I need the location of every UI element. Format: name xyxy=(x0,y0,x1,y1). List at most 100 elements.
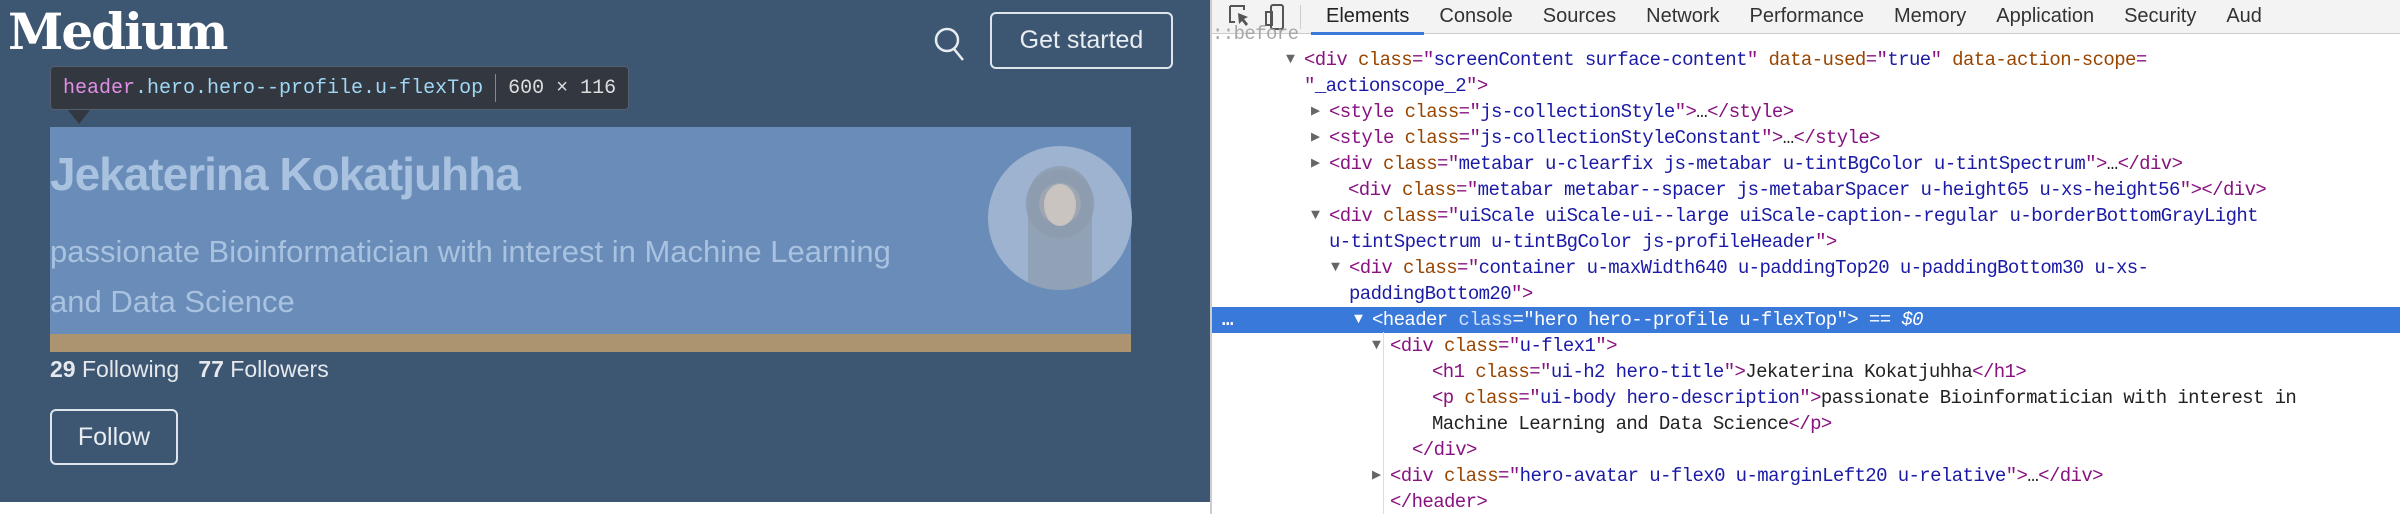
expand-triangle-closed-icon[interactable]: ▶ xyxy=(1311,125,1320,151)
search-icon[interactable] xyxy=(932,24,968,64)
code-token: class xyxy=(1402,179,1457,201)
code-token: <p xyxy=(1432,387,1465,409)
expand-triangle-closed-icon[interactable]: ▶ xyxy=(1372,463,1381,489)
code-token: class xyxy=(1403,257,1458,279)
code-token: class xyxy=(1458,309,1513,331)
dom-node[interactable]: ▼ <div class="screenContent surface-conte… xyxy=(1212,47,2400,73)
dom-node[interactable]: ▶ <style class="js-collectionStyle">…</st… xyxy=(1212,99,2400,125)
code-token: <div xyxy=(1390,465,1445,487)
tooltip-tag: header xyxy=(63,76,136,100)
selected-node-marker: == $0 xyxy=(1858,309,1924,331)
code-token: <div xyxy=(1390,335,1445,357)
code-token: container u-maxWidth640 u-paddingTop20 u… xyxy=(1478,257,2149,279)
code-token: <style xyxy=(1329,101,1405,123)
more-actions-icon[interactable]: … xyxy=(1222,307,1233,333)
follow-stats: 29 Following 77 Followers xyxy=(50,356,329,383)
dom-node[interactable]: </div> xyxy=(1212,437,2400,463)
code-token: =" xyxy=(1458,127,1481,149)
expand-triangle-closed-icon[interactable]: ▶ xyxy=(1311,99,1320,125)
avatar[interactable] xyxy=(988,146,1132,290)
code-token: u-tintSpectrum u-tintBgColor js-profileH… xyxy=(1329,231,1816,253)
dom-node[interactable]: ▼ <div class="u-flex1"> xyxy=(1212,333,2400,359)
medium-logo[interactable]: Medium xyxy=(8,2,228,61)
code-token: =" xyxy=(1456,179,1478,201)
code-token: <div xyxy=(1349,257,1404,279)
code-token: " xyxy=(1304,75,1315,97)
devtools-panel: Elements Console Sources Network Performance… xyxy=(1210,0,2400,514)
code-token: =" xyxy=(1498,335,1520,357)
code-token: ui-body hero-description xyxy=(1540,387,1800,409)
code-token: class xyxy=(1444,335,1499,357)
dom-node[interactable]: Machine Learning and Data Science</p> xyxy=(1212,411,2400,437)
code-token: =" xyxy=(1518,387,1541,409)
code-token: class xyxy=(1358,49,1413,71)
dom-node[interactable]: </header> xyxy=(1212,489,2400,514)
medium-profile-page: Medium Get started header .hero.hero--pro… xyxy=(0,0,1210,502)
get-started-button[interactable]: Get started xyxy=(990,12,1173,69)
dom-node[interactable]: u-tintSpectrum u-tintBgColor js-profileH… xyxy=(1212,229,2400,255)
dom-node[interactable]: ▼ <div class="container u-maxWidth640 u-p… xyxy=(1212,255,2400,281)
dom-node[interactable]: ▶ <div class="metabar u-clearfix js-metab… xyxy=(1212,151,2400,177)
expand-triangle-open-icon[interactable]: ▼ xyxy=(1354,307,1363,333)
code-token: metabar metabar--spacer js-metabarSpacer… xyxy=(1477,179,2181,201)
code-token: class xyxy=(1383,205,1438,227)
dom-node[interactable]: <div class="metabar metabar--spacer js-m… xyxy=(1212,177,2400,203)
code-token: =" xyxy=(1498,465,1520,487)
dom-node[interactable]: ::before xyxy=(1212,21,2400,47)
code-token: passionate Bioinformatician with interes… xyxy=(1820,387,2297,409)
code-token: class xyxy=(1444,465,1499,487)
profile-header-highlight: Jekaterina Kokatjuhha passionate Bioinfo… xyxy=(50,127,1132,334)
code-token: </div> xyxy=(2117,153,2183,175)
code-token: "> xyxy=(1723,361,1746,383)
profile-name: Jekaterina Kokatjuhha xyxy=(50,148,521,200)
code-token: … xyxy=(2106,153,2118,175)
code-token: =" xyxy=(1437,205,1459,227)
code-token: =" xyxy=(1412,49,1434,71)
dom-node-selected[interactable]: … ▼ <header class="hero hero--profile u-fl… xyxy=(1212,307,2400,333)
code-token: =" xyxy=(1437,153,1459,175)
code-token: js-collectionStyleConstant xyxy=(1480,127,1762,149)
code-token: </style> xyxy=(1793,127,1881,149)
tooltip-divider xyxy=(495,74,497,102)
code-token: "> xyxy=(2005,465,2028,487)
code-token: "> xyxy=(1815,231,1837,253)
code-token: "> xyxy=(1761,127,1783,149)
code-token: </header> xyxy=(1390,491,1488,513)
expand-triangle-open-icon[interactable]: ▼ xyxy=(1311,203,1320,229)
dom-node[interactable]: ▶ <div class="hero-avatar u-flex0 u-margi… xyxy=(1212,463,2400,489)
tooltip-arrow xyxy=(68,110,90,124)
expand-triangle-closed-icon[interactable]: ▶ xyxy=(1311,151,1320,177)
code-token: class xyxy=(1383,153,1438,175)
dom-node[interactable]: <p class="ui-body hero-description">pass… xyxy=(1212,385,2400,411)
code-token: … xyxy=(1782,127,1794,149)
dom-node[interactable]: "_actionscope_2"> xyxy=(1212,73,2400,99)
code-token: </div> xyxy=(1412,439,1477,461)
dom-tree: ::before ▼ <div class="screenContent surfa… xyxy=(1212,21,2400,514)
code-token: hero-avatar u-flex0 u-marginLeft20 u-rel… xyxy=(1519,465,2007,487)
code-token: u-flex1 xyxy=(1519,335,1596,357)
code-token: " xyxy=(1746,49,1769,71)
dom-node[interactable]: ▶ <style class="js-collectionStyleConstan… xyxy=(1212,125,2400,151)
code-token: true xyxy=(1887,49,1931,71)
expand-triangle-open-icon[interactable]: ▼ xyxy=(1372,333,1381,359)
follow-button[interactable]: Follow xyxy=(50,409,178,465)
expand-triangle-open-icon[interactable]: ▼ xyxy=(1331,255,1340,281)
code-token: <div xyxy=(1329,153,1384,175)
expand-triangle-open-icon[interactable]: ▼ xyxy=(1286,47,1295,73)
dom-node[interactable]: <h1 class="ui-h2 hero-title">Jekaterina … xyxy=(1212,359,2400,385)
code-token: "> xyxy=(1595,335,1617,357)
margin-highlight xyxy=(50,334,1131,352)
dom-node[interactable]: paddingBottom20"> xyxy=(1212,281,2400,307)
following-link[interactable]: 29 Following xyxy=(50,356,179,382)
code-token: <div xyxy=(1348,179,1403,201)
tooltip-size: 600 × 116 xyxy=(508,76,617,100)
code-token: _actionscope_2 xyxy=(1314,75,1467,97)
profile-description: passionate Bioinformatician with interes… xyxy=(50,234,891,319)
code-token: "></div> xyxy=(2179,179,2267,201)
code-token: class xyxy=(1475,361,1530,383)
followers-link[interactable]: 77 Followers xyxy=(198,356,328,382)
code-token: class xyxy=(1404,127,1460,149)
code-token: = xyxy=(2135,49,2147,71)
dom-node[interactable]: ▼ <div class="uiScale uiScale-ui--large u… xyxy=(1212,203,2400,229)
code-token: js-collectionStyle xyxy=(1480,101,1675,123)
